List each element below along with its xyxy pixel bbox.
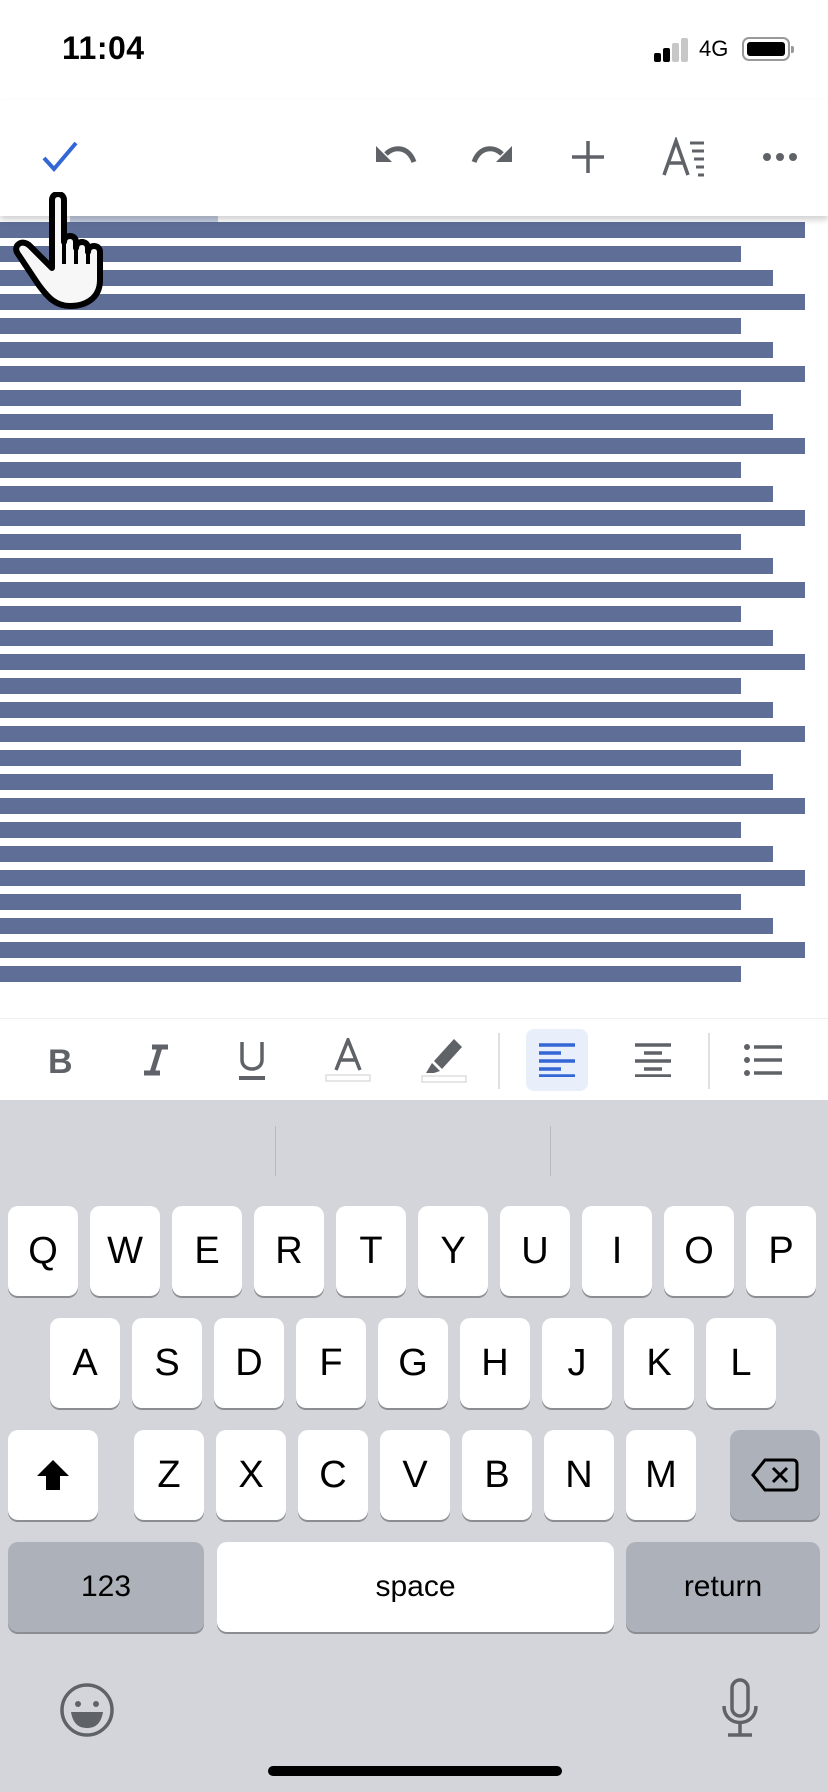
text-line[interactable] (0, 942, 805, 958)
redo-icon[interactable] (467, 132, 517, 182)
battery-icon (742, 37, 794, 61)
text-line[interactable] (0, 246, 741, 262)
microphone-icon[interactable] (720, 1678, 760, 1738)
key-k[interactable]: K (624, 1318, 694, 1408)
align-left-icon[interactable] (526, 1029, 588, 1091)
text-line[interactable] (0, 774, 773, 790)
key-r[interactable]: R (254, 1206, 324, 1296)
key-t[interactable]: T (336, 1206, 406, 1296)
key-u[interactable]: U (500, 1206, 570, 1296)
bulleted-list-icon[interactable] (732, 1029, 794, 1091)
text-line[interactable] (0, 846, 773, 862)
key-q[interactable]: Q (8, 1206, 78, 1296)
shift-key[interactable] (8, 1430, 98, 1520)
key-h[interactable]: H (460, 1318, 530, 1408)
text-line[interactable] (0, 222, 805, 238)
text-line[interactable] (0, 270, 773, 286)
text-line[interactable] (0, 414, 773, 430)
checkmark-icon[interactable] (35, 132, 85, 182)
text-line[interactable] (0, 822, 741, 838)
key-b[interactable]: B (462, 1430, 532, 1520)
key-m[interactable]: M (626, 1430, 696, 1520)
keyboard: 123 space return QWERTYUIOP ASDFGHJKL ZXCV… (0, 1100, 828, 1792)
text-line[interactable] (0, 654, 805, 670)
suggestion-divider (550, 1126, 551, 1176)
text-line[interactable] (0, 534, 741, 550)
divider (708, 1033, 710, 1089)
network-type: 4G (699, 36, 729, 61)
key-s[interactable]: S (132, 1318, 202, 1408)
text-line[interactable] (0, 438, 805, 454)
text-line[interactable] (0, 510, 805, 526)
key-e[interactable]: E (172, 1206, 242, 1296)
key-d[interactable]: D (214, 1318, 284, 1408)
key-g[interactable]: G (378, 1318, 448, 1408)
text-line[interactable] (0, 702, 773, 718)
text-line[interactable] (0, 486, 773, 502)
key-i[interactable]: I (582, 1206, 652, 1296)
status-time: 11:04 (62, 30, 145, 66)
text-line[interactable] (0, 558, 773, 574)
key-p[interactable]: P (746, 1206, 816, 1296)
text-line[interactable] (0, 870, 805, 886)
key-j[interactable]: J (542, 1318, 612, 1408)
space-key[interactable]: space (217, 1542, 614, 1632)
format-bar: B (0, 1018, 828, 1101)
text-format-icon[interactable] (659, 132, 709, 182)
align-center-icon[interactable] (622, 1029, 684, 1091)
svg-text:B: B (48, 1044, 73, 1076)
status-bar: 11:04 4G (0, 0, 828, 100)
text-color-icon[interactable] (317, 1029, 379, 1091)
text-line[interactable] (0, 630, 773, 646)
key-n[interactable]: N (544, 1430, 614, 1520)
text-line[interactable] (0, 462, 741, 478)
text-line[interactable] (0, 918, 773, 934)
text-line[interactable] (0, 894, 741, 910)
more-options-icon[interactable] (755, 132, 805, 182)
key-a[interactable]: A (50, 1318, 120, 1408)
text-line[interactable] (0, 390, 741, 406)
undo-icon[interactable] (371, 132, 421, 182)
text-line[interactable] (0, 798, 805, 814)
key-v[interactable]: V (380, 1430, 450, 1520)
key-z[interactable]: Z (134, 1430, 204, 1520)
text-line[interactable] (0, 606, 741, 622)
key-o[interactable]: O (664, 1206, 734, 1296)
backspace-key[interactable] (730, 1430, 820, 1520)
text-line[interactable] (0, 678, 741, 694)
editor-toolbar (0, 100, 828, 216)
document-body[interactable] (0, 216, 828, 1016)
text-line[interactable] (0, 366, 805, 382)
key-c[interactable]: C (298, 1430, 368, 1520)
text-line[interactable] (0, 294, 805, 310)
text-line[interactable] (0, 582, 805, 598)
key-f[interactable]: F (296, 1318, 366, 1408)
signal-icon (654, 38, 690, 62)
text-line[interactable] (0, 342, 773, 358)
text-line[interactable] (0, 726, 805, 742)
emoji-icon[interactable] (59, 1682, 115, 1738)
numbers-key[interactable]: 123 (8, 1542, 204, 1632)
key-y[interactable]: Y (418, 1206, 488, 1296)
italic-icon[interactable] (125, 1029, 187, 1091)
highlight-icon[interactable] (413, 1029, 475, 1091)
return-key[interactable]: return (626, 1542, 820, 1632)
text-line[interactable] (0, 750, 741, 766)
text-line[interactable] (0, 318, 741, 334)
text-line[interactable] (0, 966, 741, 982)
divider (498, 1033, 500, 1089)
key-l[interactable]: L (706, 1318, 776, 1408)
insert-plus-icon[interactable] (563, 132, 613, 182)
key-x[interactable]: X (216, 1430, 286, 1520)
home-indicator[interactable] (268, 1766, 562, 1776)
suggestion-divider (275, 1126, 276, 1176)
bold-icon[interactable]: B (29, 1029, 91, 1091)
key-w[interactable]: W (90, 1206, 160, 1296)
underline-icon[interactable] (221, 1029, 283, 1091)
